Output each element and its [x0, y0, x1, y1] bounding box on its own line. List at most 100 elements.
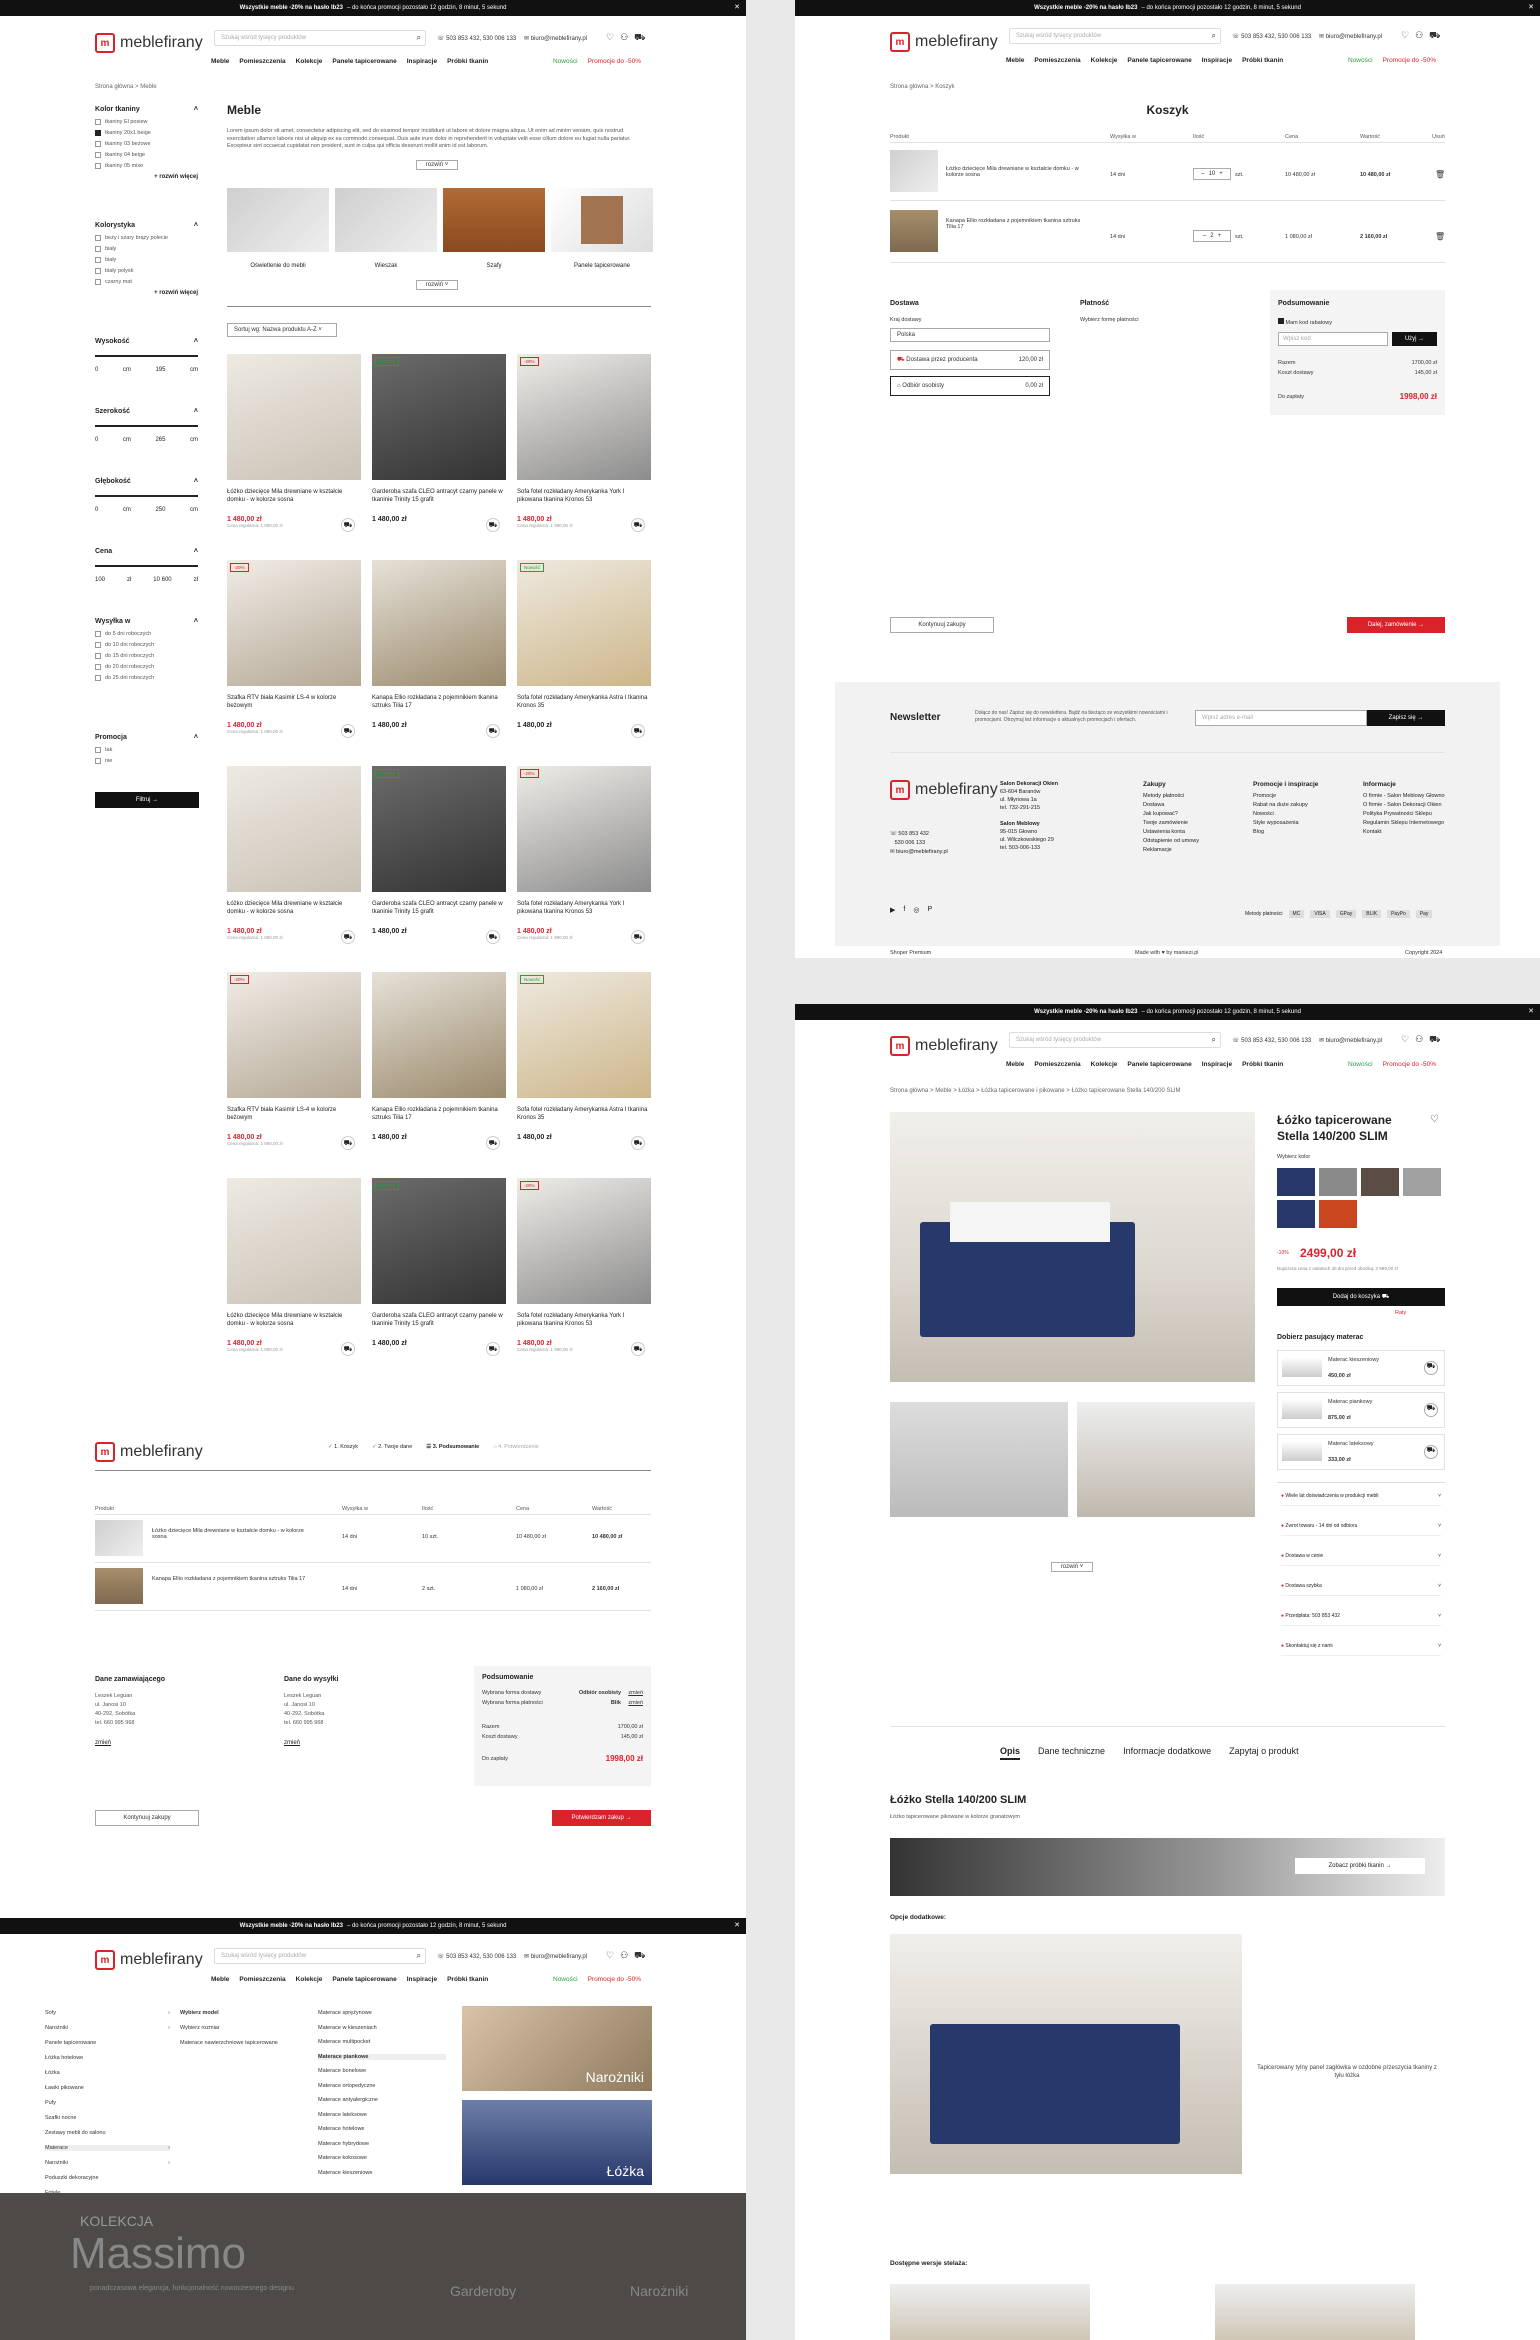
- mattress-option[interactable]: Materac lateksowy 333,00 zł ⛟: [1277, 1434, 1445, 1470]
- frame-option[interactable]: [1215, 2284, 1415, 2340]
- trash-icon[interactable]: 🗑: [1435, 232, 1445, 241]
- filter-option[interactable]: tkaniny 04 beige: [95, 152, 198, 158]
- filter-option[interactable]: tkaniny 05 mixe: [95, 163, 198, 169]
- product-card[interactable]: -20% Szafka RTV biała Kasimir LS-4 w kol…: [227, 972, 361, 1150]
- user-icon[interactable]: ⚇: [1415, 1034, 1423, 1046]
- add-to-cart-icon[interactable]: ⛟: [486, 1136, 500, 1150]
- footer-link[interactable]: Kontakt: [1363, 828, 1445, 837]
- min-input[interactable]: 0: [95, 367, 98, 373]
- chevron-up-icon[interactable]: ˄: [194, 548, 198, 555]
- product-name[interactable]: Kanapa Ellio rozkładana z pojemnikiem tk…: [372, 694, 506, 718]
- product-name[interactable]: Kanapa Ellio rozkładana z pojemnikiem tk…: [372, 1106, 506, 1130]
- max-input[interactable]: 195: [155, 367, 165, 373]
- footer-link[interactable]: Dostawa: [1143, 801, 1199, 810]
- nav-pomieszczenia[interactable]: Pomieszczenia: [239, 58, 285, 65]
- continue-shopping-button[interactable]: Kontynuuj zakupy: [890, 617, 994, 633]
- product-thumb[interactable]: [890, 210, 938, 252]
- product-card[interactable]: Łóżko dziecięce Mila drewniane w kształc…: [227, 354, 361, 532]
- installments-link[interactable]: Raty: [1395, 1310, 1406, 1316]
- expand-button[interactable]: rozwiń ˅: [416, 160, 458, 170]
- add-to-cart-icon[interactable]: ⛟: [1424, 1361, 1438, 1375]
- menu-item[interactable]: Materace nawierzchniowe tapicerowane: [180, 2040, 300, 2046]
- tab-description[interactable]: Opis: [1000, 1746, 1021, 1760]
- heart-icon[interactable]: ♡: [1430, 1114, 1439, 1125]
- product-name[interactable]: Sofa fotel rozkładany Amerykanka York I …: [517, 900, 651, 924]
- close-icon[interactable]: ✕: [1528, 3, 1534, 11]
- product-image[interactable]: [1077, 1402, 1255, 1517]
- menu-item[interactable]: Materace kieszeniowe: [318, 2170, 446, 2176]
- menu-item[interactable]: Sofy ›: [45, 2010, 170, 2016]
- delivery-option[interactable]: ⛟ Dostawa przez producenta 120,00 zł: [890, 350, 1050, 370]
- add-to-cart-icon[interactable]: ⛟: [486, 1342, 500, 1356]
- category-thumb[interactable]: [443, 188, 545, 252]
- product-card[interactable]: Nowość Sofa fotel rozkładany Amerykanka …: [517, 560, 651, 738]
- filter-option[interactable]: do 25 dni roboczych: [95, 675, 198, 681]
- coupon-input[interactable]: Wpisz kod: [1278, 332, 1388, 346]
- product-card[interactable]: -20% Sofa fotel rozkładany Amerykanka Yo…: [517, 1178, 651, 1356]
- footer-link[interactable]: Polityka Prywatności Sklepu: [1363, 810, 1445, 819]
- chevron-up-icon[interactable]: ˄: [194, 106, 198, 113]
- product-name[interactable]: Sofa fotel rozkładany Amerykanka Astra I…: [517, 1106, 651, 1130]
- nav-kolekcje[interactable]: Kolekcje: [296, 58, 323, 65]
- info-row[interactable]: ● Dostawa szybka ˅: [1281, 1583, 1441, 1596]
- facebook-icon[interactable]: f: [903, 906, 905, 914]
- info-row[interactable]: ● Skontaktuj się z nami ˅: [1281, 1643, 1441, 1656]
- close-icon[interactable]: ✕: [734, 3, 740, 11]
- footer-link[interactable]: Reklamacje: [1143, 846, 1199, 855]
- quantity-stepper[interactable]: – 2 +: [1193, 230, 1231, 242]
- filter-option[interactable]: biały: [95, 246, 198, 252]
- filter-option[interactable]: tkaniny 03 beżowe: [95, 141, 198, 147]
- filter-option[interactable]: biały polysk: [95, 268, 198, 274]
- menu-item[interactable]: Materace lateksowe: [318, 2112, 446, 2118]
- youtube-icon[interactable]: ▶: [890, 906, 895, 914]
- product-image[interactable]: Nowość: [517, 560, 651, 686]
- add-to-cart-icon[interactable]: ⛟: [486, 724, 500, 738]
- swatch[interactable]: [1277, 1200, 1315, 1228]
- menu-item[interactable]: Materace hybrydowe: [318, 2141, 446, 2147]
- promo-tile-corners[interactable]: Narożniki: [462, 2006, 652, 2091]
- product-image[interactable]: [227, 354, 361, 480]
- footer-link[interactable]: Jak kupować?: [1143, 810, 1199, 819]
- footer-link[interactable]: Odstąpienie od umowy: [1143, 837, 1199, 846]
- filter-option[interactable]: tak: [95, 747, 198, 753]
- add-to-cart-button[interactable]: Dodaj do koszyka ⛟: [1277, 1288, 1445, 1306]
- filter-option[interactable]: beży i szary brązy polecie: [95, 235, 198, 241]
- add-to-cart-icon[interactable]: ⛟: [1424, 1445, 1438, 1459]
- instagram-icon[interactable]: ◎: [913, 906, 919, 914]
- product-name[interactable]: Łóżko dziecięce Mila drewniane w kształc…: [227, 488, 361, 512]
- expand-button[interactable]: rozwiń ˅: [416, 280, 458, 290]
- sort-select[interactable]: Sortuj wg: Nazwa produktu A-Z ˅: [227, 323, 337, 337]
- breadcrumb[interactable]: Strona główna > Meble: [95, 84, 157, 90]
- swatch[interactable]: [1361, 1168, 1399, 1196]
- info-row[interactable]: ● Wiele lat doświadczenia w produkcji me…: [1281, 1493, 1441, 1506]
- footer-link[interactable]: Nowości: [1253, 810, 1318, 819]
- product-image[interactable]: [227, 766, 361, 892]
- footer-link[interactable]: Rabat na duże zakupy: [1253, 801, 1318, 810]
- category-thumb[interactable]: [335, 188, 437, 252]
- add-to-cart-icon[interactable]: ⛟: [631, 1136, 645, 1150]
- footer-link[interactable]: Promocje: [1253, 792, 1318, 801]
- nav-meble[interactable]: Meble: [211, 58, 229, 65]
- product-name[interactable]: Łóżko dziecięce Mila drewniane w kształc…: [227, 900, 361, 924]
- continue-shopping-button[interactable]: Kontynuuj zakupy: [95, 1810, 199, 1826]
- logo[interactable]: m meblefirany: [95, 1950, 203, 1970]
- expand-gallery-button[interactable]: rozwiń ˅: [1051, 1562, 1093, 1572]
- email[interactable]: ✉ biuro@meblefirany.pl: [524, 35, 587, 42]
- menu-item[interactable]: Łóżka: [45, 2070, 170, 2076]
- filter-option[interactable]: do 20 dni roboczych: [95, 664, 198, 670]
- search-input[interactable]: Szukaj wśród tysięcy produktów ⌕: [214, 1948, 426, 1964]
- info-row[interactable]: ● Zwrot towaru - 14 dni od odbioru ˅: [1281, 1523, 1441, 1536]
- product-card[interactable]: -20% Sofa fotel rozkładany Amerykanka Yo…: [517, 354, 651, 532]
- add-to-cart-icon[interactable]: ⛟: [1424, 1403, 1438, 1417]
- chevron-up-icon[interactable]: ˄: [194, 338, 198, 345]
- nav-new[interactable]: Nowości: [553, 58, 578, 65]
- filter-option[interactable]: do 15 dni roboczych: [95, 653, 198, 659]
- product-name[interactable]: Sofa fotel rozkładany Amerykanka Astra I…: [517, 694, 651, 718]
- filter-option[interactable]: do 10 dni roboczych: [95, 642, 198, 648]
- add-to-cart-icon[interactable]: ⛟: [341, 1136, 355, 1150]
- product-name[interactable]: Sofa fotel rozkładany Amerykanka York I …: [517, 1312, 651, 1336]
- menu-item[interactable]: Narożniki ›: [45, 2160, 170, 2166]
- menu-item[interactable]: Wybierz model: [180, 2010, 300, 2016]
- nav-promo[interactable]: Promocje do -50%: [588, 58, 641, 65]
- product-name[interactable]: Szafka RTV biała Kasimir LS-4 w kolorze …: [227, 694, 361, 718]
